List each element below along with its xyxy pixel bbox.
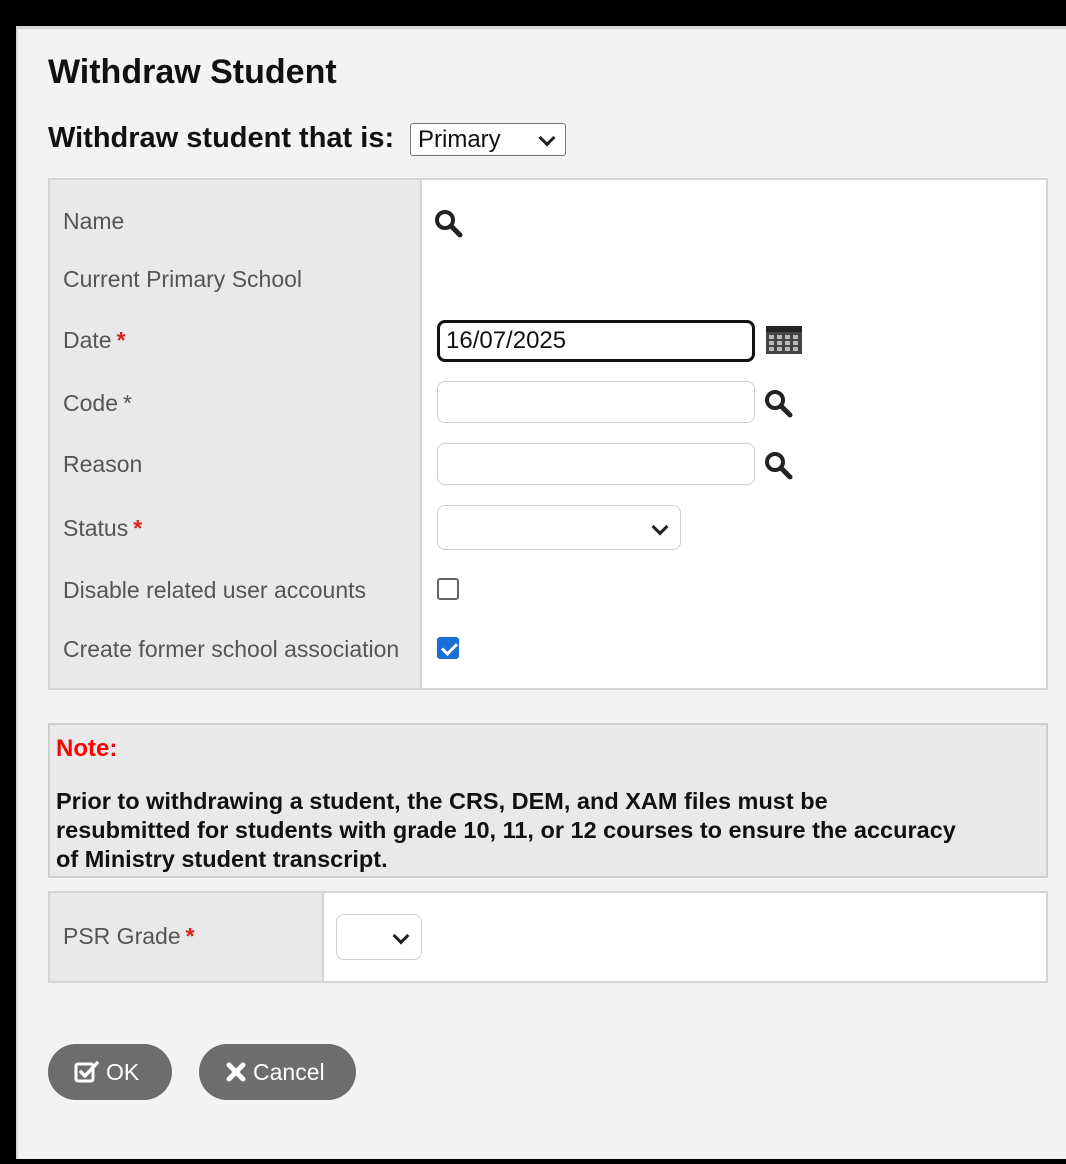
former-association-checkbox[interactable]: [437, 637, 459, 659]
name-label: Name: [63, 208, 125, 234]
close-x-icon: [226, 1062, 246, 1082]
search-icon[interactable]: [763, 450, 793, 480]
former-association-label: Create former school association: [63, 636, 400, 662]
date-label: Date *: [63, 327, 126, 353]
withdraw-type-select[interactable]: Primary: [410, 123, 566, 156]
date-input[interactable]: 16/07/2025: [437, 320, 755, 362]
psr-grade-select[interactable]: [336, 914, 422, 960]
cancel-button-label: Cancel: [253, 1058, 325, 1085]
withdraw-form-table: Name Current Primary School Date * Code * …: [48, 178, 1048, 690]
disable-accounts-checkbox[interactable]: [437, 578, 459, 600]
ok-button-label: OK: [106, 1058, 140, 1085]
required-marker: *: [185, 923, 195, 949]
withdraw-type-value: Primary: [418, 126, 501, 153]
cancel-button[interactable]: Cancel: [199, 1044, 356, 1100]
chevron-down-icon: [392, 927, 410, 945]
reason-label: Reason: [63, 451, 143, 477]
psr-grade-table: PSR Grade *: [48, 891, 1048, 983]
label-column: Name Current Primary School Date * Code * …: [50, 180, 422, 688]
check-square-icon: [74, 1061, 99, 1083]
search-icon[interactable]: [433, 208, 463, 238]
search-icon[interactable]: [763, 388, 793, 418]
chevron-down-icon: [651, 518, 669, 536]
chevron-down-icon: [538, 129, 556, 147]
required-marker: *: [122, 390, 132, 416]
note-title: Note:: [56, 735, 118, 762]
reason-input[interactable]: [437, 443, 755, 485]
status-select[interactable]: [437, 505, 681, 550]
ok-button[interactable]: OK: [48, 1044, 172, 1100]
current-school-label: Current Primary School: [63, 266, 303, 292]
code-label: Code *: [63, 390, 132, 416]
required-marker: *: [116, 327, 126, 353]
psr-label-column: PSR Grade *: [50, 893, 324, 981]
withdraw-type-label: Withdraw student that is:: [48, 122, 395, 154]
note-box: Note: Prior to withdrawing a student, th…: [48, 723, 1048, 878]
required-marker: *: [133, 515, 143, 541]
calendar-icon[interactable]: [766, 326, 802, 354]
psr-grade-label: PSR Grade *: [63, 923, 195, 949]
withdraw-student-dialog: Withdraw Student Withdraw student that i…: [16, 26, 1066, 1159]
disable-accounts-label: Disable related user accounts: [63, 577, 366, 603]
status-label: Status *: [63, 515, 143, 541]
note-text: Prior to withdrawing a student, the CRS,…: [56, 788, 956, 872]
code-input[interactable]: [437, 381, 755, 423]
dialog-title: Withdraw Student: [48, 53, 337, 91]
